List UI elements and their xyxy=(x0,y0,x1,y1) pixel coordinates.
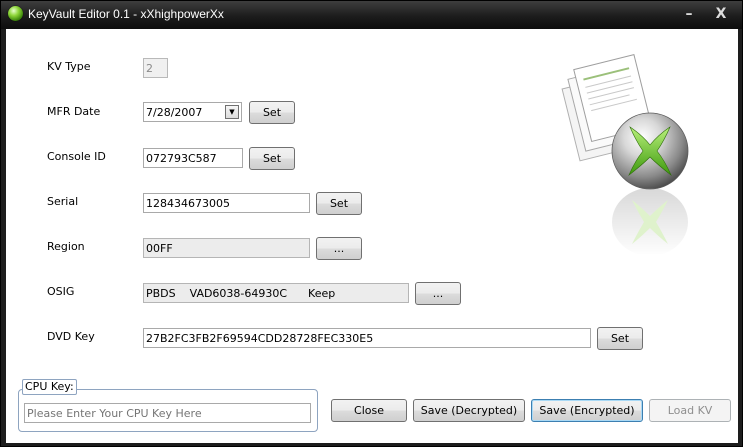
close-button[interactable]: Close xyxy=(331,399,407,422)
save-decrypted-button[interactable]: Save (Decrypted) xyxy=(413,399,525,422)
set-console-id-button[interactable]: Set xyxy=(249,147,295,170)
set-mfr-date-button[interactable]: Set xyxy=(249,101,295,124)
osig-browse-button[interactable]: ... xyxy=(415,282,461,305)
app-window: KeyVault Editor 0.1 - xXhighpowerXx – X … xyxy=(0,0,743,447)
region-label: Region xyxy=(47,240,85,253)
kv-type-field: 2 xyxy=(143,58,168,78)
region-browse-button[interactable]: ... xyxy=(316,237,362,260)
serial-label: Serial xyxy=(47,195,79,208)
save-encrypted-button[interactable]: Save (Encrypted) xyxy=(531,399,643,422)
mfr-date-label: MFR Date xyxy=(47,105,101,118)
title-bar[interactable]: KeyVault Editor 0.1 - xXhighpowerXx – X xyxy=(1,1,742,29)
client-area: KV Type 2 MFR Date 7/28/2007 ▼ Set Conso… xyxy=(6,29,738,443)
logo-reflection xyxy=(612,188,688,254)
serial-field[interactable]: 128434673005 xyxy=(143,193,310,213)
xbox-orb-icon xyxy=(8,6,23,21)
minimize-button[interactable]: – xyxy=(677,5,701,23)
chevron-down-icon[interactable]: ▼ xyxy=(225,105,239,119)
dvd-key-field[interactable]: 27B2FC3FB2F69594CDD28728FEC330E5 xyxy=(143,328,591,348)
cpu-key-group-label: CPU Key: xyxy=(22,379,77,395)
mfr-date-picker[interactable]: 7/28/2007 ▼ xyxy=(143,102,242,122)
kv-type-label: KV Type xyxy=(47,60,91,73)
dvd-key-label: DVD Key xyxy=(47,330,95,343)
region-field: 00FF xyxy=(143,238,310,258)
xbox-logo-with-documents xyxy=(561,54,689,190)
load-kv-button[interactable]: Load KV xyxy=(649,399,731,422)
console-id-label: Console ID xyxy=(47,150,106,163)
cpu-key-input[interactable] xyxy=(24,403,311,423)
close-window-button[interactable]: X xyxy=(709,5,733,23)
osig-label: OSIG xyxy=(47,285,75,298)
window-title: KeyVault Editor 0.1 - xXhighpowerXx xyxy=(28,7,224,21)
set-serial-button[interactable]: Set xyxy=(316,192,362,215)
console-id-field[interactable]: 072793C587 xyxy=(143,148,243,168)
osig-field: PBDS VAD6038-64930C Keep xyxy=(143,283,409,303)
set-dvd-key-button[interactable]: Set xyxy=(597,327,643,350)
mfr-date-value: 7/28/2007 xyxy=(146,106,203,119)
